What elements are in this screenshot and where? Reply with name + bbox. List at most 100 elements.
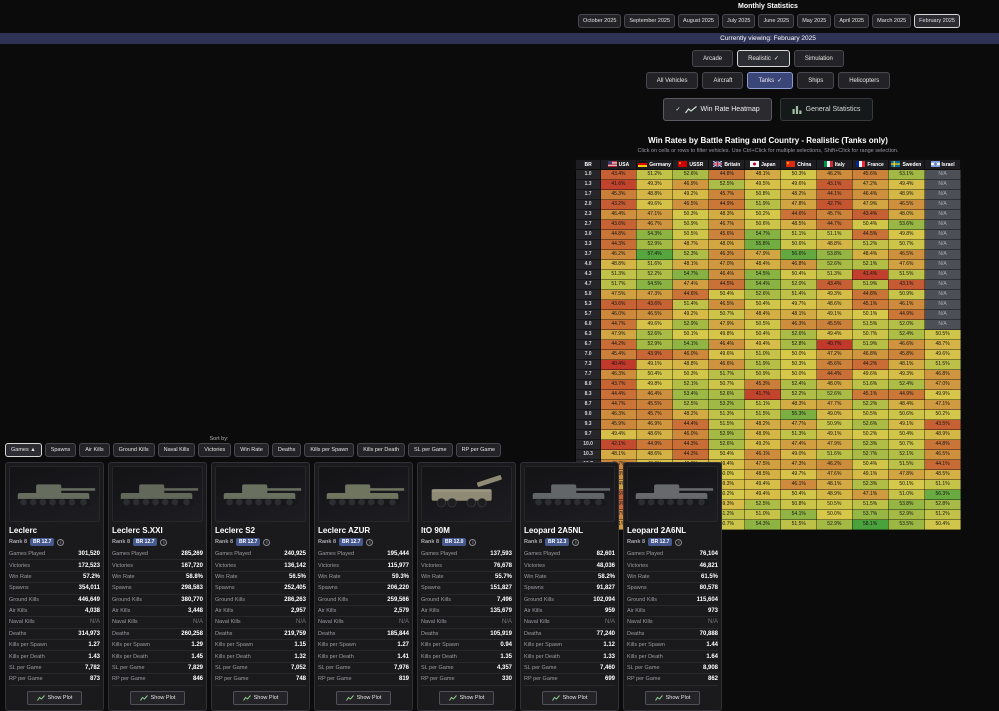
heatmap-cell[interactable]: 45.3% xyxy=(745,380,781,390)
heatmap-cell[interactable]: 46.0% xyxy=(601,310,636,320)
heatmap-cell[interactable]: 51.1% xyxy=(745,400,781,410)
heatmap-cell[interactable]: 47.3% xyxy=(781,460,817,470)
heatmap-br-cell[interactable]: 6.7 xyxy=(576,340,601,350)
heatmap-cell[interactable]: 47.1% xyxy=(852,490,888,500)
heatmap-br-cell[interactable]: 5.3 xyxy=(576,300,601,310)
heatmap-cell[interactable]: 46.2% xyxy=(601,250,636,260)
heatmap-cell[interactable]: 48.9% xyxy=(925,430,961,440)
heatmap-cell[interactable]: 44.8% xyxy=(852,290,888,300)
heatmap-cell[interactable]: 51.7% xyxy=(601,280,636,290)
sort-button-victories[interactable]: Victories xyxy=(198,443,231,457)
heatmap-cell[interactable]: 52.9% xyxy=(673,320,709,330)
info-icon[interactable]: i xyxy=(469,539,476,546)
heatmap-cell[interactable]: 48.8% xyxy=(817,240,852,250)
heatmap-cell[interactable]: 46.3% xyxy=(601,370,636,380)
heatmap-cell[interactable]: 47.2% xyxy=(852,180,888,190)
heatmap-cell[interactable]: 44.4% xyxy=(601,390,636,400)
heatmap-cell[interactable]: 48.8% xyxy=(601,260,636,270)
heatmap-cell[interactable]: 44.1% xyxy=(925,460,961,470)
info-icon[interactable]: i xyxy=(675,539,682,546)
heatmap-country-header-sweden[interactable]: Sweden xyxy=(888,160,924,170)
heatmap-cell[interactable]: 52.2% xyxy=(852,400,888,410)
heatmap-cell[interactable]: 44.7% xyxy=(601,320,636,330)
heatmap-cell[interactable]: 44.3% xyxy=(673,450,709,460)
heatmap-cell[interactable]: 47.1% xyxy=(925,400,961,410)
heatmap-cell[interactable]: 43.2% xyxy=(601,200,636,210)
heatmap-cell[interactable]: 47.7% xyxy=(817,400,852,410)
heatmap-cell[interactable]: 46.1% xyxy=(888,300,924,310)
heatmap-cell[interactable]: 46.8% xyxy=(925,370,961,380)
heatmap-cell[interactable]: N/A xyxy=(925,200,961,210)
heatmap-cell[interactable]: 42.7% xyxy=(817,200,852,210)
sort-button-rp-per-game[interactable]: RP per Game xyxy=(456,443,502,457)
heatmap-cell[interactable]: 47.3% xyxy=(636,290,673,300)
mode-button-simulation[interactable]: Simulation xyxy=(794,50,844,67)
heatmap-cell[interactable]: 50.4% xyxy=(852,460,888,470)
heatmap-cell[interactable]: 47.2% xyxy=(817,350,852,360)
heatmap-cell[interactable]: 44.8% xyxy=(925,440,961,450)
heatmap-cell[interactable]: 50.4% xyxy=(709,290,745,300)
heatmap-cell[interactable]: 48.1% xyxy=(745,170,781,180)
heatmap-cell[interactable]: 45.5% xyxy=(636,400,673,410)
sort-button-spawns[interactable]: Spawns xyxy=(45,443,77,457)
heatmap-cell[interactable]: 46.5% xyxy=(888,250,924,260)
heatmap-br-cell[interactable]: 4.7 xyxy=(576,280,601,290)
heatmap-cell[interactable]: 50.6% xyxy=(888,410,924,420)
heatmap-cell[interactable]: 51.2% xyxy=(636,170,673,180)
heatmap-cell[interactable]: 54.3% xyxy=(745,520,781,530)
heatmap-cell[interactable]: 49.1% xyxy=(636,360,673,370)
heatmap-cell[interactable]: 46.4% xyxy=(852,190,888,200)
sort-button-win-rate[interactable]: Win Rate xyxy=(234,443,269,457)
heatmap-cell[interactable]: 49.1% xyxy=(817,430,852,440)
heatmap-br-cell[interactable]: 8.3 xyxy=(576,390,601,400)
heatmap-cell[interactable]: 53.7% xyxy=(852,510,888,520)
heatmap-cell[interactable]: 50.4% xyxy=(852,220,888,230)
heatmap-cell[interactable]: 52.9% xyxy=(709,430,745,440)
heatmap-cell[interactable]: 50.4% xyxy=(636,370,673,380)
month-button-june-2025[interactable]: June 2025 xyxy=(758,14,794,28)
show-plot-button[interactable]: Show Plot xyxy=(233,691,289,705)
heatmap-cell[interactable]: 51.3% xyxy=(781,430,817,440)
heatmap-cell[interactable]: 50.9% xyxy=(745,370,781,380)
heatmap-cell[interactable]: 57.4% xyxy=(636,250,673,260)
heatmap-cell[interactable]: 49.7% xyxy=(781,470,817,480)
heatmap-cell[interactable]: 45.5% xyxy=(817,320,852,330)
heatmap-cell[interactable]: 49.2% xyxy=(673,190,709,200)
heatmap-cell[interactable]: 51.5% xyxy=(925,360,961,370)
heatmap-cell[interactable]: 46.3% xyxy=(781,320,817,330)
heatmap-cell[interactable]: 49.4% xyxy=(888,180,924,190)
heatmap-cell[interactable]: 54.4% xyxy=(745,280,781,290)
heatmap-cell[interactable]: 50.2% xyxy=(925,410,961,420)
heatmap-cell[interactable]: 52.6% xyxy=(852,420,888,430)
heatmap-cell[interactable]: 49.6% xyxy=(781,180,817,190)
heatmap-cell[interactable]: 48.2% xyxy=(745,420,781,430)
heatmap-cell[interactable]: 51.5% xyxy=(745,410,781,420)
heatmap-cell[interactable]: 43.4% xyxy=(601,170,636,180)
heatmap-cell[interactable]: 48.0% xyxy=(709,240,745,250)
heatmap-cell[interactable]: 46.4% xyxy=(709,340,745,350)
heatmap-country-header-britain[interactable]: Britain xyxy=(709,160,745,170)
heatmap-cell[interactable]: 51.4% xyxy=(673,300,709,310)
vehicle-type-button-aircraft[interactable]: Aircraft xyxy=(702,72,743,89)
heatmap-cell[interactable]: 52.5% xyxy=(709,180,745,190)
heatmap-cell[interactable]: 51.6% xyxy=(852,380,888,390)
heatmap-cell[interactable]: 52.1% xyxy=(673,380,709,390)
heatmap-cell[interactable]: 49.6% xyxy=(636,200,673,210)
heatmap-cell[interactable]: 45.9% xyxy=(601,420,636,430)
sort-button-kills-per-spawn[interactable]: Kills per Spawn xyxy=(304,443,354,457)
heatmap-cell[interactable]: 51.0% xyxy=(745,350,781,360)
heatmap-cell[interactable]: 51.6% xyxy=(636,260,673,270)
heatmap-cell[interactable]: 52.2% xyxy=(636,270,673,280)
heatmap-cell[interactable]: 44.8% xyxy=(709,170,745,180)
heatmap-cell[interactable]: 49.4% xyxy=(745,490,781,500)
heatmap-cell[interactable]: 51.9% xyxy=(852,340,888,350)
sort-button-air-kills[interactable]: Air Kills xyxy=(79,443,109,457)
heatmap-cell[interactable]: 51.9% xyxy=(852,280,888,290)
show-plot-button[interactable]: Show Plot xyxy=(439,691,495,705)
heatmap-cell[interactable]: 54.5% xyxy=(745,270,781,280)
heatmap-cell[interactable]: 51.1% xyxy=(781,230,817,240)
heatmap-cell[interactable]: 51.1% xyxy=(925,480,961,490)
heatmap-cell[interactable]: 44.9% xyxy=(888,310,924,320)
heatmap-country-header-germany[interactable]: Germany xyxy=(636,160,673,170)
heatmap-cell[interactable]: N/A xyxy=(925,190,961,200)
